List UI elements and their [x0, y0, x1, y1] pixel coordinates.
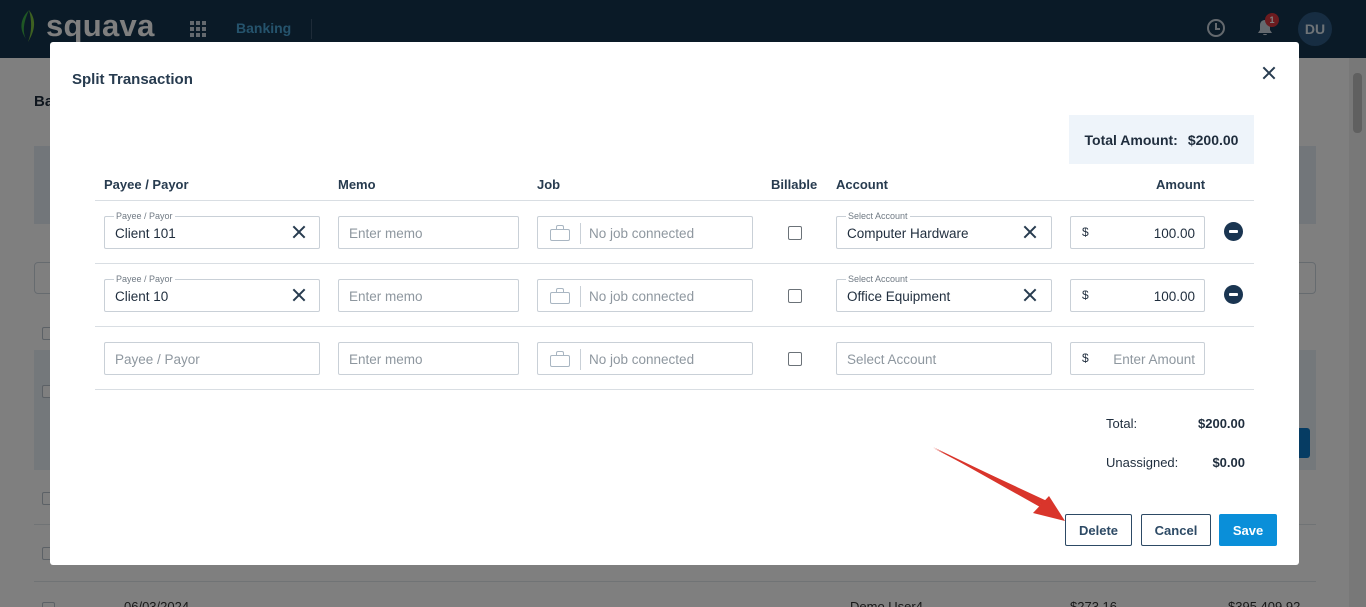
account-value: Computer Hardware	[847, 226, 969, 241]
total-amount-label: Total Amount:	[1084, 131, 1178, 148]
clear-icon[interactable]	[292, 225, 306, 239]
job-selector[interactable]: No job connected	[537, 216, 753, 249]
clear-icon[interactable]	[1023, 288, 1037, 302]
briefcase-icon	[550, 288, 570, 304]
row-divider	[95, 263, 1254, 264]
account-floating-label: Select Account	[846, 210, 910, 222]
job-selector[interactable]: No job connected	[537, 342, 753, 375]
currency-symbol: $	[1082, 225, 1089, 239]
save-button[interactable]: Save	[1219, 514, 1277, 546]
account-select[interactable]: Select Account Computer Hardware	[836, 210, 1052, 249]
table-divider	[95, 389, 1254, 390]
payee-floating-label: Payee / Payor	[114, 210, 175, 222]
total-amount-value: $200.00	[1187, 131, 1239, 148]
payee-field[interactable]: Payee / Payor Client 101	[104, 210, 320, 249]
column-header-job: Job	[537, 177, 561, 192]
account-floating-label: Select Account	[846, 273, 910, 285]
table-divider	[95, 200, 1254, 201]
cancel-button[interactable]: Cancel	[1141, 514, 1211, 546]
amount-placeholder: Enter Amount	[1113, 352, 1195, 367]
payee-field[interactable]: Payee / Payor Client 10	[104, 273, 320, 312]
payee-value: Client 101	[115, 226, 176, 241]
column-header-account: Account	[836, 177, 888, 192]
billable-checkbox[interactable]	[788, 226, 802, 240]
column-header-memo: Memo	[338, 177, 376, 192]
payee-field[interactable]: Payee / Payor	[104, 342, 320, 375]
total-value: $200.00	[1198, 416, 1245, 431]
column-header-payee: Payee / Payor	[104, 177, 189, 192]
briefcase-icon	[550, 225, 570, 241]
payee-placeholder: Payee / Payor	[115, 352, 200, 367]
clear-icon[interactable]	[292, 288, 306, 302]
modal-title: Split Transaction	[72, 71, 193, 88]
amount-value: 100.00	[1153, 226, 1195, 241]
amount-input[interactable]: $ 100.00	[1070, 216, 1205, 249]
memo-input[interactable]: Enter memo	[338, 342, 519, 375]
unassigned-value: $0.00	[1212, 455, 1245, 470]
memo-placeholder: Enter memo	[349, 226, 423, 241]
memo-placeholder: Enter memo	[349, 289, 423, 304]
job-placeholder: No job connected	[589, 226, 695, 241]
remove-row-icon[interactable]	[1224, 285, 1243, 304]
delete-button[interactable]: Delete	[1065, 514, 1132, 546]
account-select[interactable]: Select Account Office Equipment	[836, 273, 1052, 312]
job-selector[interactable]: No job connected	[537, 279, 753, 312]
currency-symbol: $	[1082, 288, 1089, 302]
close-icon[interactable]	[1261, 65, 1277, 81]
job-placeholder: No job connected	[589, 289, 695, 304]
briefcase-icon	[550, 351, 570, 367]
billable-checkbox[interactable]	[788, 289, 802, 303]
account-select[interactable]: Select Account	[836, 342, 1052, 375]
row-divider	[95, 326, 1254, 327]
billable-checkbox[interactable]	[788, 352, 802, 366]
currency-symbol: $	[1082, 351, 1089, 365]
amount-input[interactable]: $ 100.00	[1070, 279, 1205, 312]
account-value: Office Equipment	[847, 289, 951, 304]
job-placeholder: No job connected	[589, 352, 695, 367]
column-header-billable: Billable	[771, 177, 818, 192]
memo-input[interactable]: Enter memo	[338, 279, 519, 312]
memo-input[interactable]: Enter memo	[338, 216, 519, 249]
account-placeholder: Select Account	[847, 352, 937, 367]
amount-value: 100.00	[1153, 289, 1195, 304]
unassigned-label: Unassigned:	[1106, 455, 1179, 470]
amount-input[interactable]: $ Enter Amount	[1070, 342, 1205, 375]
payee-floating-label: Payee / Payor	[114, 273, 175, 285]
split-transaction-modal: Split Transaction Total Amount: $200.00 …	[50, 42, 1299, 565]
memo-placeholder: Enter memo	[349, 352, 423, 367]
column-header-amount: Amount	[1156, 177, 1206, 192]
total-amount-box: Total Amount: $200.00	[1069, 115, 1254, 164]
payee-value: Client 10	[115, 289, 169, 304]
clear-icon[interactable]	[1023, 225, 1037, 239]
total-label: Total:	[1106, 416, 1138, 431]
remove-row-icon[interactable]	[1224, 222, 1243, 241]
